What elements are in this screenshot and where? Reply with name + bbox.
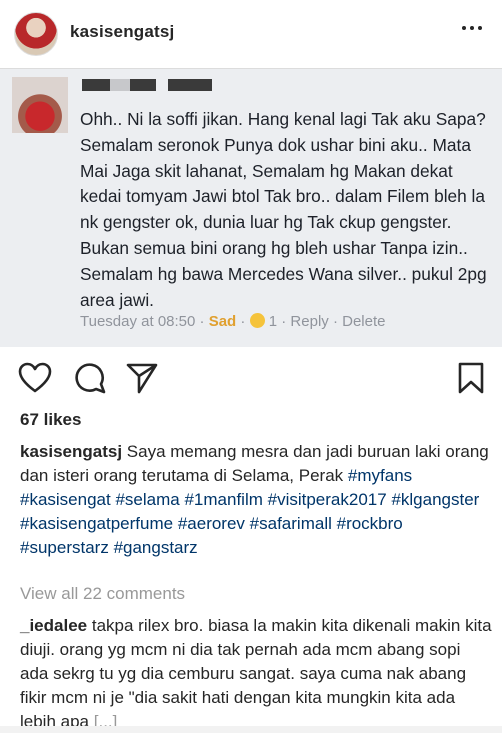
redacted-name-block <box>168 79 212 91</box>
likes-count[interactable]: 67 likes <box>20 410 81 430</box>
hashtag-link[interactable]: #superstarz <box>20 538 109 557</box>
hashtag-link[interactable]: #safarimall <box>250 514 332 533</box>
caption-username[interactable]: kasisengatsj <box>20 442 122 461</box>
header-username[interactable]: kasisengatsj <box>70 22 174 42</box>
bottom-divider <box>0 726 502 733</box>
action-bar <box>0 358 502 398</box>
more-icon[interactable] <box>462 26 482 30</box>
avatar[interactable] <box>14 12 58 56</box>
bookmark-icon[interactable] <box>458 362 484 394</box>
post-caption: kasisengatsj Saya memang mesra dan jadi … <box>20 440 492 560</box>
hashtag-link[interactable]: #aerorev <box>178 514 245 533</box>
redacted-name-gap <box>110 79 130 91</box>
hashtag-link[interactable]: #myfans <box>348 466 412 485</box>
commenter-avatar <box>12 77 68 133</box>
comment-item: _iedalee takpa rilex bro. biasa la makin… <box>20 614 492 734</box>
hashtag-link[interactable]: #gangstarz <box>114 538 198 557</box>
reaction-count: 1 <box>268 313 278 330</box>
facebook-comment-text: Ohh.. Ni la soffi jikan. Hang kenal lagi… <box>80 109 487 310</box>
sad-emoji-icon <box>249 313 265 328</box>
hashtag-link[interactable]: #kasisengatperfume <box>20 514 173 533</box>
reaction-label: Sad <box>208 313 237 330</box>
delete-link[interactable]: Delete <box>342 313 385 330</box>
hashtag-link[interactable]: #rockbro <box>337 514 403 533</box>
comment-icon[interactable] <box>74 362 106 394</box>
hashtag-link[interactable]: #kasisengat <box>20 490 111 509</box>
post-header: kasisengatsj <box>0 0 502 68</box>
hashtag-link[interactable]: #1manfilm <box>184 490 262 509</box>
comment-username[interactable]: _iedalee <box>20 616 87 635</box>
embedded-facebook-comment: Ohh.. Ni la soffi jikan. Hang kenal lagi… <box>0 68 502 347</box>
share-icon[interactable] <box>126 362 158 394</box>
hashtag-link[interactable]: #visitperak2017 <box>268 490 387 509</box>
hashtag-link[interactable]: #selama <box>115 490 179 509</box>
reply-link[interactable]: Reply <box>290 313 328 330</box>
facebook-comment-meta: Tuesday at 08:50 · Sad · 1 · Reply · Del… <box>80 313 386 330</box>
hashtag-link[interactable]: #klgangster <box>391 490 479 509</box>
comment-text: takpa rilex bro. biasa la makin kita dik… <box>20 616 492 731</box>
heart-icon[interactable] <box>18 362 52 394</box>
view-all-comments-link[interactable]: View all 22 comments <box>20 584 185 604</box>
comment-time: Tuesday at 08:50 <box>80 313 196 330</box>
